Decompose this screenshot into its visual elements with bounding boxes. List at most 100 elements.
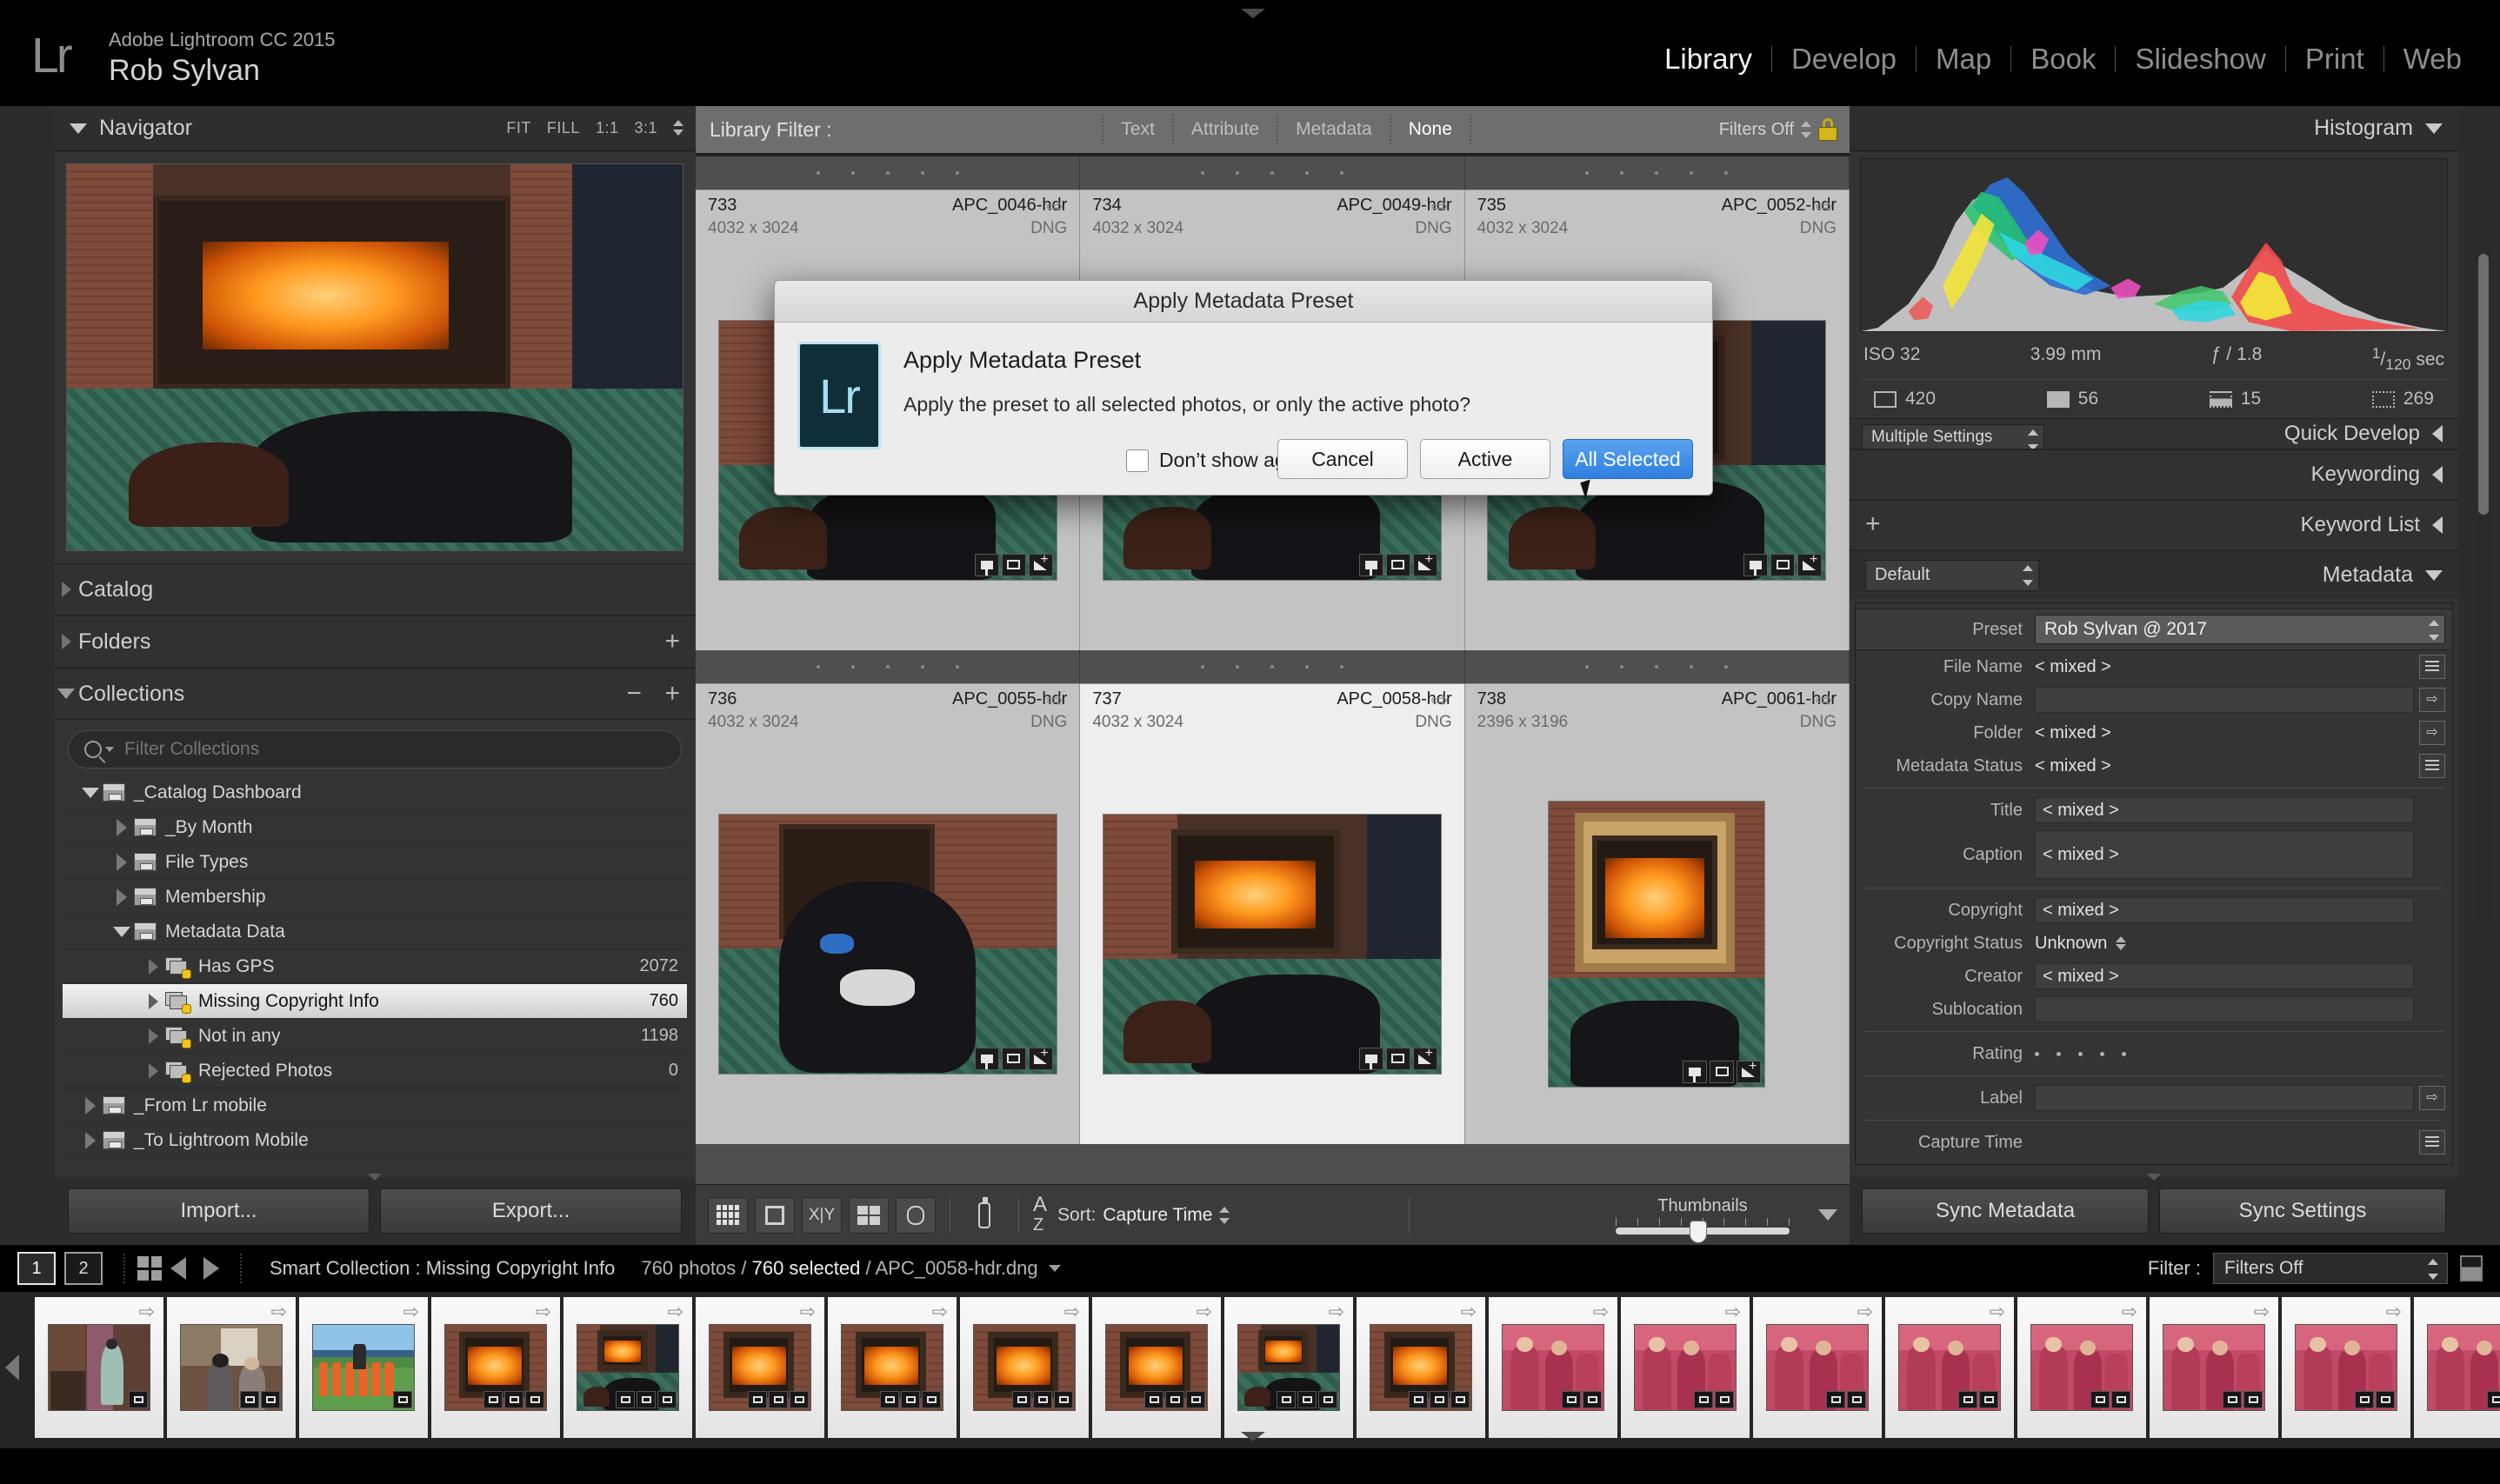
- filmstrip-badge-icon[interactable]: [240, 1391, 259, 1408]
- top-panel-collapse-arrow[interactable]: [1241, 9, 1265, 18]
- rotate-icon[interactable]: ⇨: [271, 1301, 287, 1323]
- sort-value[interactable]: Capture Time: [1103, 1205, 1212, 1226]
- thumbnail-image[interactable]: [717, 813, 1057, 1075]
- filmstrip-thumbnail[interactable]: ⇨: [1621, 1297, 1750, 1438]
- filmstrip-thumbnail[interactable]: ⇨: [167, 1297, 296, 1438]
- filmstrip-badge-icon[interactable]: [901, 1391, 920, 1408]
- filmstrip-badge-icon[interactable]: [129, 1391, 148, 1408]
- badge-develop-icon[interactable]: [1028, 1046, 1053, 1070]
- metadata-view-select[interactable]: Default: [1865, 559, 2039, 591]
- rotate-icon[interactable]: ⇨: [1329, 1301, 1344, 1323]
- metadata-header[interactable]: Default Metadata: [1850, 550, 2458, 600]
- metadata-input[interactable]: < mixed >: [2035, 830, 2414, 880]
- rotate-icon[interactable]: ⇨: [1431, 690, 1454, 711]
- rotate-icon[interactable]: ⇨: [1857, 1301, 1873, 1323]
- badge-metadata-icon[interactable]: [974, 1047, 999, 1070]
- filmstrip-image[interactable]: [1634, 1324, 1737, 1411]
- library-filter-attribute[interactable]: Attribute: [1174, 119, 1277, 140]
- add-folder-button[interactable]: +: [664, 629, 680, 655]
- filmstrip-badge-icon[interactable]: [2243, 1391, 2263, 1408]
- painter-spray-can-icon[interactable]: [964, 1196, 1004, 1234]
- badge-collection-icon[interactable]: [1385, 553, 1410, 576]
- chevron-right-icon[interactable]: [148, 993, 158, 1009]
- module-print[interactable]: Print: [2286, 42, 2383, 77]
- badge-develop-icon[interactable]: [1797, 552, 1823, 576]
- badge-collection-icon[interactable]: [1001, 553, 1026, 576]
- zoom-level-1-1[interactable]: 1:1: [596, 119, 619, 137]
- screen-2-button[interactable]: 2: [64, 1252, 103, 1285]
- rotate-icon[interactable]: ⇨: [536, 1301, 551, 1323]
- loupe-view-button[interactable]: [755, 1196, 795, 1234]
- import-button[interactable]: Import...: [68, 1188, 370, 1234]
- filmstrip-badge-icon[interactable]: [880, 1391, 899, 1408]
- chevron-down-icon[interactable]: [105, 747, 114, 752]
- chevron-left-icon[interactable]: [2432, 466, 2443, 484]
- filmstrip-badge-icon[interactable]: [637, 1391, 656, 1408]
- filmstrip-badge-icon[interactable]: [1450, 1391, 1470, 1408]
- filmstrip-badge-icon[interactable]: [1826, 1391, 1845, 1408]
- filmstrip-badge-icon[interactable]: [393, 1391, 412, 1408]
- chevron-right-icon[interactable]: [85, 1131, 96, 1149]
- chevron-down-icon[interactable]: [57, 689, 75, 699]
- badge-develop-icon[interactable]: [1028, 552, 1053, 576]
- metadata-value[interactable]: Unknown: [2035, 934, 2414, 954]
- filmstrip-thumbnail[interactable]: ⇨: [1885, 1297, 2014, 1438]
- rotate-icon[interactable]: ⇨: [1046, 196, 1069, 217]
- filmstrip-image[interactable]: [973, 1324, 1076, 1411]
- add-keyword-button[interactable]: +: [1865, 511, 1881, 537]
- collection-item[interactable]: Missing Copyright Info 760: [63, 984, 687, 1019]
- grid-cell[interactable]: 737 APC_0058-hdr 4032 x 3024 DNG ⇨: [1080, 683, 1465, 1144]
- filmstrip-collapse-arrow[interactable]: [1241, 1432, 1265, 1441]
- filmstrip-badge-icon[interactable]: [1958, 1391, 1977, 1408]
- rotate-icon[interactable]: ⇨: [1046, 690, 1069, 711]
- filmstrip-image[interactable]: [180, 1324, 283, 1411]
- filmstrip-badge-icon[interactable]: [657, 1391, 677, 1408]
- filmstrip-badge-icon[interactable]: [1186, 1391, 1205, 1408]
- badge-metadata-icon[interactable]: [1683, 1060, 1708, 1083]
- collection-item[interactable]: Membership: [63, 880, 687, 915]
- filmstrip-badge-icon[interactable]: [1847, 1391, 1866, 1408]
- rotate-icon[interactable]: ⇨: [2122, 1301, 2137, 1323]
- add-collection-button[interactable]: +: [664, 681, 680, 707]
- filmstrip-image[interactable]: [709, 1324, 811, 1411]
- chevron-right-icon[interactable]: [148, 1028, 158, 1044]
- filmstrip-image[interactable]: [48, 1324, 150, 1411]
- filmstrip-badge-icon[interactable]: [616, 1391, 635, 1408]
- rotate-icon[interactable]: ⇨: [1064, 1301, 1080, 1323]
- filmstrip-thumbnail[interactable]: ⇨: [1092, 1297, 1221, 1438]
- zoom-level-fit[interactable]: FIT: [506, 119, 531, 137]
- rotate-icon[interactable]: ⇨: [1725, 1301, 1741, 1323]
- badge-collection-icon[interactable]: [1710, 1060, 1735, 1083]
- filmstrip-image[interactable]: [1237, 1324, 1340, 1411]
- filmstrip-thumbnail[interactable]: ⇨: [431, 1297, 560, 1438]
- rotate-icon[interactable]: ⇨: [932, 1301, 948, 1323]
- forward-arrow-icon[interactable]: [203, 1257, 219, 1280]
- filmstrip-thumbnail[interactable]: ⇨: [299, 1297, 428, 1438]
- filmstrip-image[interactable]: [841, 1324, 943, 1411]
- filmstrip-image[interactable]: [1766, 1324, 1869, 1411]
- stepper-icon[interactable]: [2424, 1257, 2442, 1281]
- filmstrip-thumbnail[interactable]: ⇨: [828, 1297, 957, 1438]
- metadata-input[interactable]: [2035, 996, 2414, 1023]
- filmstrip-badge-icon[interactable]: [2376, 1391, 2395, 1408]
- filmstrip-badge-icon[interactable]: [922, 1391, 941, 1408]
- chevron-right-icon[interactable]: [85, 1096, 96, 1115]
- collection-item[interactable]: Rejected Photos 0: [63, 1054, 687, 1088]
- label-action-button[interactable]: ⇨: [2419, 1086, 2445, 1111]
- collection-item[interactable]: Not in any 1198: [63, 1019, 687, 1054]
- module-slideshow[interactable]: Slideshow: [2116, 42, 2284, 77]
- filmstrip-thumbnail[interactable]: ⇨: [960, 1297, 1089, 1438]
- collection-item[interactable]: File Types: [63, 845, 687, 880]
- stepper-icon[interactable]: [2019, 563, 2037, 588]
- sidebar-item-folders[interactable]: Folders +: [54, 616, 696, 668]
- metadata-input[interactable]: < mixed >: [2035, 963, 2414, 990]
- filmstrip-badge-icon[interactable]: [261, 1391, 280, 1408]
- filmstrip-badge-icon[interactable]: [1430, 1391, 1449, 1408]
- filmstrip-image[interactable]: [1898, 1324, 2001, 1411]
- rotate-icon[interactable]: ⇨: [1990, 1301, 2005, 1323]
- metadata-input[interactable]: < mixed >: [2035, 797, 2414, 824]
- filmstrip-thumbnail[interactable]: ⇨: [2017, 1297, 2146, 1438]
- metadata-input[interactable]: [2035, 687, 2414, 714]
- badge-collection-icon[interactable]: [1001, 1047, 1026, 1070]
- chevron-down-icon[interactable]: [2024, 428, 2042, 449]
